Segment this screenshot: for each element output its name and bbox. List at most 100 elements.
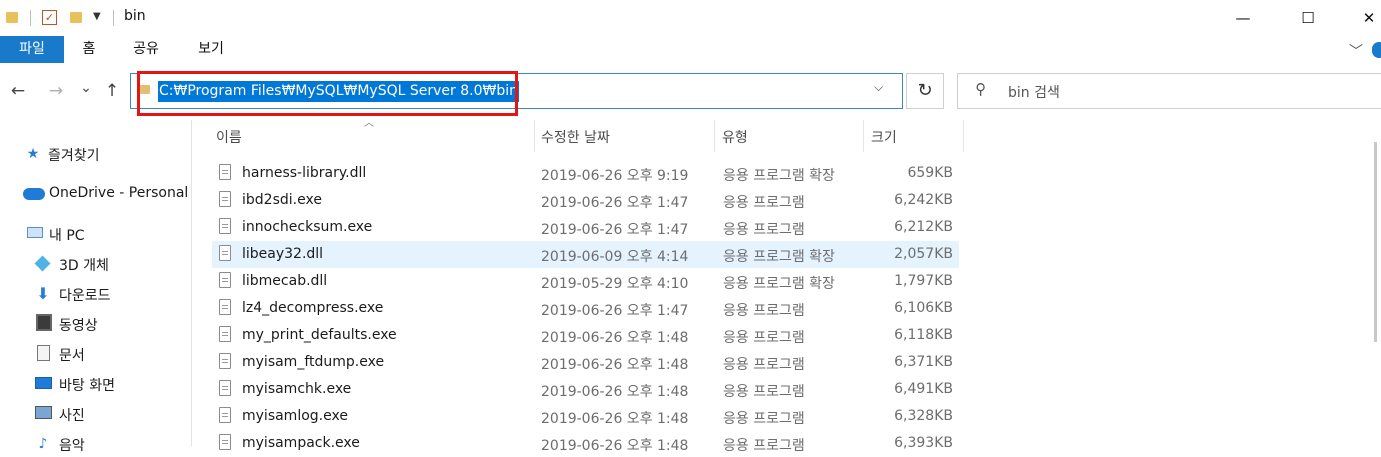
download-icon: ⬇ [36,284,50,303]
exe-file-icon [219,353,231,369]
document-icon [37,345,50,361]
sidebar-item-downloads[interactable]: 다운로드 [59,285,111,305]
file-row[interactable]: my_print_defaults.exe 2019-06-26 오후 1:48… [212,322,959,349]
file-type: 응용 프로그램 [723,438,805,454]
quick-access-dropdown-icon[interactable]: ▼ [93,11,101,22]
forward-button[interactable]: → [44,81,68,101]
properties-check-icon[interactable]: ✓ [42,10,57,25]
computer-icon [27,227,43,238]
file-type: 응용 프로그램 확장 [723,168,835,184]
star-icon: ★ [26,146,40,162]
file-size: 6,212KB [894,219,953,235]
sidebar-item-onedrive[interactable]: OneDrive - Personal [49,185,188,201]
minimize-button[interactable]: — [1220,0,1266,36]
file-date: 2019-06-26 오후 1:47 [541,303,689,319]
file-row[interactable]: myisam_ftdump.exe 2019-06-26 오후 1:48 응용 … [212,349,959,376]
file-size: 2,057KB [894,246,953,262]
recent-locations-button[interactable]: ⌄ [74,80,98,96]
refresh-button[interactable]: ↻ [906,73,944,109]
file-size: 659KB [907,165,953,181]
file-type: 응용 프로그램 확장 [723,249,835,265]
sidebar-item-this-pc[interactable]: 내 PC [49,225,85,245]
file-size: 6,393KB [894,435,953,451]
ribbon-tabs: 파일 홈 공유 보기 ﹀ [0,36,1381,64]
file-date: 2019-06-26 오후 1:48 [541,411,689,427]
file-name: lz4_decompress.exe [242,300,384,316]
column-header-date[interactable]: 수정한 날짜 [541,127,610,147]
cube-icon [34,255,51,272]
file-type: 응용 프로그램 [723,303,805,319]
film-icon [36,314,52,331]
file-name: myisampack.exe [242,435,360,451]
file-row[interactable]: ibd2sdi.exe 2019-06-26 오후 1:47 응용 프로그램 6… [212,187,959,214]
file-row-selected[interactable]: libeay32.dll 2019-06-09 오후 4:14 응용 프로그램 … [212,241,959,268]
address-dropdown-icon[interactable]: ⌵ [874,80,883,95]
file-name: libeay32.dll [242,246,324,262]
column-divider[interactable] [714,120,715,152]
folder-icon [6,12,18,23]
file-type: 응용 프로그램 [723,411,805,427]
file-name: harness-library.dll [242,165,367,181]
exe-file-icon [219,218,231,234]
back-button[interactable]: ← [6,81,30,101]
search-input[interactable]: bin 검색 [1008,82,1060,102]
file-date: 2019-06-09 오후 4:14 [541,249,689,265]
separator [30,10,31,26]
scrollbar-thumb[interactable] [1374,142,1377,342]
desktop-icon [35,377,52,389]
column-header-name[interactable]: 이름 [216,127,242,147]
search-icon: ⚲ [975,80,986,98]
column-header-size[interactable]: 크기 [871,127,897,147]
file-date: 2019-06-26 오후 1:48 [541,330,689,346]
file-size: 6,491KB [894,381,953,397]
file-date: 2019-05-29 오후 4:10 [541,276,689,292]
exe-file-icon [219,434,231,450]
file-row[interactable]: libmecab.dll 2019-05-29 오후 4:10 응용 프로그램 … [212,268,959,295]
file-row[interactable]: lz4_decompress.exe 2019-06-26 오후 1:47 응용… [212,295,959,322]
new-folder-icon[interactable] [70,12,82,23]
ribbon-expand-icon[interactable]: ﹀ [1349,41,1363,61]
sidebar-item-documents[interactable]: 문서 [59,345,85,365]
file-row[interactable]: myisamchk.exe 2019-06-26 오후 1:48 응용 프로그램… [212,376,959,403]
file-row[interactable]: harness-library.dll 2019-06-26 오후 9:19 응… [212,160,959,187]
sidebar-item-favorites[interactable]: 즐겨찾기 [48,145,100,165]
sidebar-item-pictures[interactable]: 사진 [59,405,85,425]
dll-file-icon [219,164,231,180]
cloud-icon [23,188,45,200]
close-button[interactable]: ✕ [1346,0,1381,36]
column-divider[interactable] [863,120,864,152]
file-type: 응용 프로그램 [723,330,805,346]
file-row[interactable]: myisampack.exe 2019-06-26 오후 1:48 응용 프로그… [212,430,959,457]
tab-home[interactable]: 홈 [76,36,102,63]
up-button[interactable]: ↑ [100,81,124,101]
file-size: 1,797KB [894,273,953,289]
file-row[interactable]: myisamlog.exe 2019-06-26 오후 1:48 응용 프로그램… [212,403,959,430]
column-divider[interactable] [963,120,964,152]
sidebar-item-3d-objects[interactable]: 3D 개체 [59,255,109,275]
file-size: 6,371KB [894,354,953,370]
maximize-button[interactable]: ☐ [1285,0,1331,36]
sidebar-item-music[interactable]: 음악 [59,435,85,455]
tab-share[interactable]: 공유 [128,36,164,63]
file-date: 2019-06-26 오후 1:47 [541,222,689,238]
separator [113,10,114,26]
file-name: myisamchk.exe [242,381,352,397]
column-divider[interactable] [534,120,535,152]
file-type: 응용 프로그램 [723,195,805,211]
file-size: 6,106KB [894,300,953,316]
column-header-type[interactable]: 유형 [722,127,748,147]
tab-file[interactable]: 파일 [0,36,64,63]
file-size: 6,328KB [894,408,953,424]
file-row[interactable]: innochecksum.exe 2019-06-26 오후 1:47 응용 프… [212,214,959,241]
file-name: my_print_defaults.exe [242,327,397,343]
picture-icon [35,406,52,419]
exe-file-icon [219,191,231,207]
help-icon[interactable] [1372,42,1381,58]
sidebar-item-videos[interactable]: 동영상 [59,315,98,335]
music-icon: ♪ [38,436,48,452]
sidebar-item-desktop[interactable]: 바탕 화면 [59,375,115,395]
file-type: 응용 프로그램 [723,222,805,238]
file-size: 6,242KB [894,192,953,208]
file-name: ibd2sdi.exe [242,192,322,208]
tab-view[interactable]: 보기 [193,36,229,63]
